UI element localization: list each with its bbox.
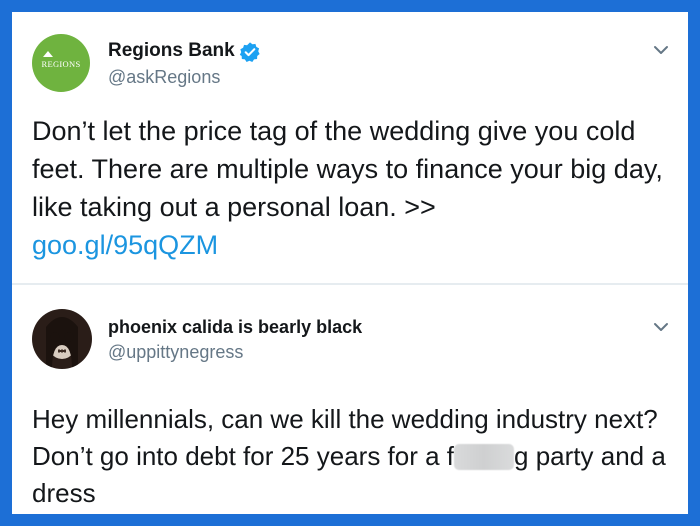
tweet-text: Don’t let the price tag of the wedding g… [32,112,668,264]
user-handle[interactable]: @askRegions [108,67,220,88]
skull-face-avatar-icon [32,309,92,369]
verified-badge-icon [239,42,260,62]
regions-logo-icon: REGIONS [32,34,90,92]
tweet-body: Don’t let the price tag of the wedding g… [32,116,663,222]
tweet-screenshot-frame: REGIONS Regions Bank @askRegions Don’t l… [12,12,688,514]
tweet-phoenix-calida[interactable]: phoenix calida is bearly black @uppittyn… [12,285,688,514]
display-name[interactable]: Regions Bank [108,40,235,62]
tweet-link[interactable]: goo.gl/95qQZM [32,226,668,264]
regions-bank-avatar[interactable]: REGIONS [32,34,90,92]
chevron-down-icon[interactable] [652,321,670,333]
display-name[interactable]: phoenix calida is bearly black [108,317,362,338]
tweet-regions-bank[interactable]: REGIONS Regions Bank @askRegions Don’t l… [12,12,688,284]
user-handle[interactable]: @uppittynegress [108,342,243,363]
avatar-logo-text: REGIONS [42,59,81,69]
censored-word-blur [454,444,515,470]
user-avatar[interactable] [32,309,92,369]
chevron-down-icon[interactable] [652,44,670,56]
tweet-text: Hey millennials, can we kill the wedding… [32,401,668,512]
